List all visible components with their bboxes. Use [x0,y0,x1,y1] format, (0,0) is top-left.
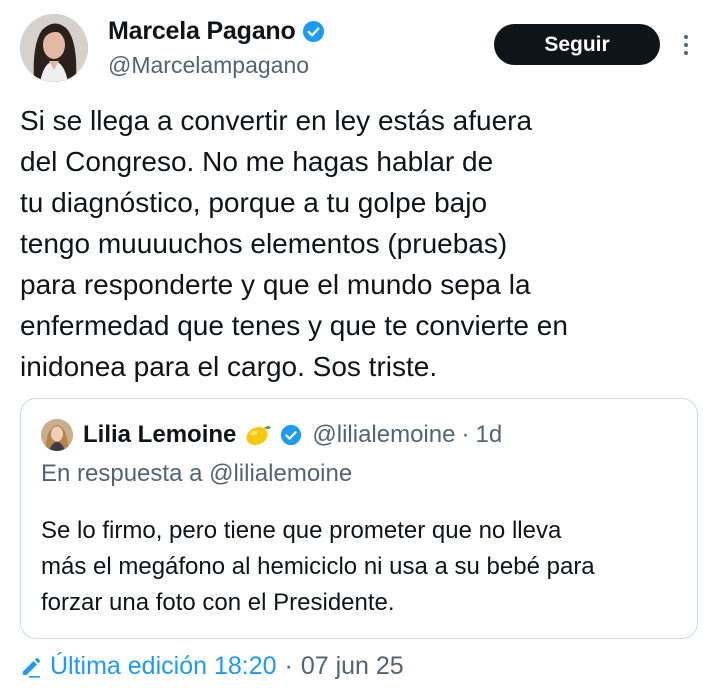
author-name-row: Marcela Pagano [108,17,325,46]
follow-button[interactable]: Seguir [494,24,660,65]
tweet-line: Si se llega a convertir en ley estás afu… [20,105,533,136]
tweet-line: inidonea para el cargo. Sos triste. [20,351,438,382]
dot-separator: · [284,652,293,680]
tweet-line: tu diagnóstico, porque a tu golpe bajo [20,187,488,218]
more-options-icon[interactable] [676,32,696,58]
author-handle[interactable]: @Marcelampagano [108,52,309,79]
quoted-line: Se lo firmo, pero tiene que prometer que… [41,517,562,544]
quoted-header: Lilia Lemoine @lilialemoine · 1d [41,419,502,451]
quoted-author-name[interactable]: Lilia Lemoine [83,421,236,449]
pencil-icon [23,657,41,678]
tweet-line: enfermedad que tenes y que te convierte … [20,310,568,341]
dot-separator: · [461,421,470,448]
last-edited-link[interactable]: Última edición 18:20 [50,652,277,681]
verified-badge-icon [302,20,324,43]
tweet-date[interactable]: 07 jun 25 [301,652,404,681]
quoted-line: más el megáfono al hemiciclo ni usa a su… [41,553,595,580]
verified-badge-icon [281,424,302,446]
tweet-footer: Última edición 18:20 · 07 jun 25 [20,652,404,681]
lemon-icon [246,426,272,445]
quoted-line: forzar una foto con el Presidente. [41,589,395,616]
author-avatar[interactable] [20,14,88,82]
quoted-author-handle[interactable]: @lilialemoine [312,421,455,449]
tweet-line: tengo muuuuchos elementos (pruebas) [20,228,508,259]
quoted-tweet-card[interactable]: Lilia Lemoine @lilialemoine · 1d En resp… [20,398,698,639]
author-name[interactable]: Marcela Pagano [108,17,296,46]
quoted-text: Se lo firmo, pero tiene que prometer que… [41,513,691,621]
quoted-timestamp[interactable]: 1d [475,421,502,449]
tweet-text: Si se llega a convertir en ley estás afu… [20,100,700,387]
reply-context[interactable]: En respuesta a @lilialemoine [41,460,352,488]
tweet-header: Marcela Pagano @Marcelampagano Seguir [0,0,720,100]
tweet-line: del Congreso. No me hagas hablar de [20,146,494,177]
tweet-line: para responderte y que el mundo sepa la [20,269,531,300]
quoted-avatar[interactable] [41,419,73,451]
